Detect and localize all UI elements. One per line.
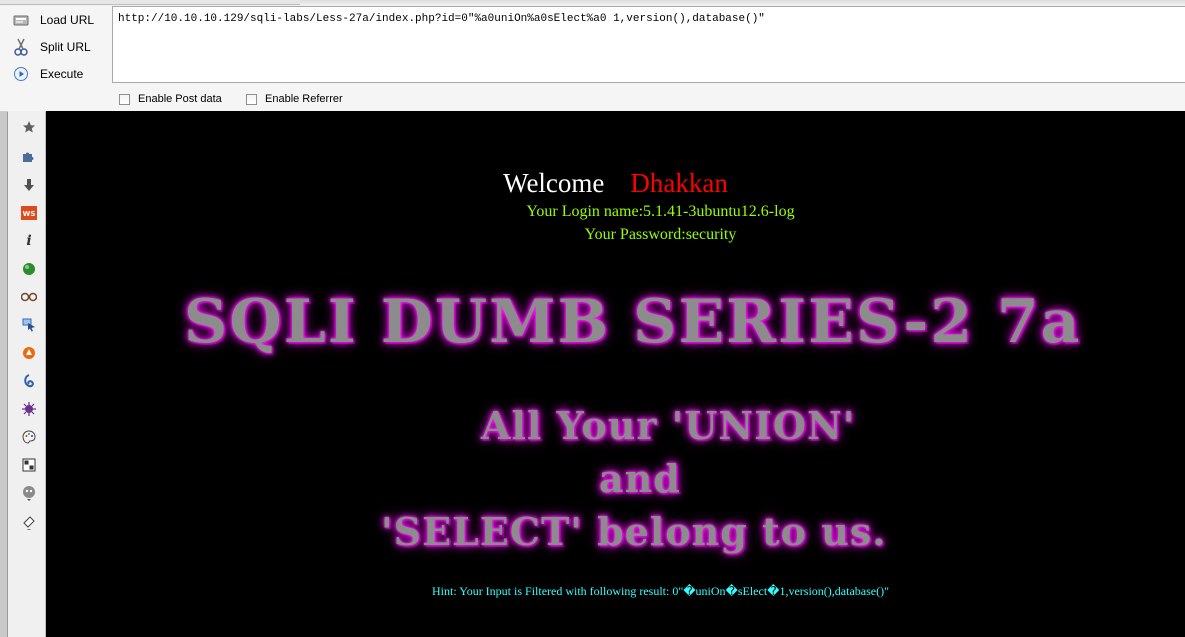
load-url-button[interactable]: Load URL bbox=[12, 9, 94, 31]
welcome-heading: Welcome Dhakkan bbox=[46, 168, 1185, 199]
swirl-icon[interactable] bbox=[20, 372, 38, 390]
scissors-icon bbox=[12, 38, 30, 56]
union-slogan-line-1: All Your 'UNION' bbox=[481, 403, 856, 448]
login-name-text: Your Login name:5.1.41-3ubuntu12.6-log bbox=[526, 203, 795, 220]
union-slogan-line-2: and bbox=[599, 456, 681, 501]
filter-hint-text: Hint: Your Input is Filtered with follow… bbox=[432, 584, 889, 598]
play-icon bbox=[12, 65, 30, 83]
cursor-icon[interactable] bbox=[20, 316, 38, 334]
execute-label: Execute bbox=[40, 67, 84, 81]
green-ball-icon[interactable] bbox=[20, 260, 38, 278]
svg-text:WS: WS bbox=[23, 210, 36, 218]
user-name-text: Dhakkan bbox=[630, 168, 728, 198]
split-url-button[interactable]: Split URL bbox=[12, 36, 91, 58]
ws-icon[interactable]: WS bbox=[20, 204, 38, 222]
star-icon[interactable] bbox=[20, 118, 38, 136]
union-slogan-line-3: 'SELECT' belong to us. bbox=[381, 509, 887, 554]
series-title-image: SQLI DUMB SERIES-2 7a bbox=[184, 287, 1082, 357]
checkbox-box[interactable] bbox=[119, 93, 130, 105]
url-textarea[interactable]: http://10.10.10.129/sqli-labs/Less-27a/i… bbox=[112, 6, 1185, 83]
bug-icon[interactable] bbox=[20, 400, 38, 418]
puzzle-icon[interactable] bbox=[20, 147, 38, 165]
hackbar-toolbar: Load URL Split URL Execute http://10.10.… bbox=[0, 0, 1185, 112]
enable-referrer-checkbox[interactable]: Enable Referrer bbox=[246, 92, 343, 106]
eraser-icon[interactable] bbox=[20, 513, 38, 531]
load-url-icon bbox=[12, 11, 30, 29]
download-icon[interactable] bbox=[20, 176, 38, 194]
glasses-icon[interactable] bbox=[20, 288, 38, 306]
load-url-label: Load URL bbox=[40, 13, 95, 27]
layout-icon[interactable] bbox=[20, 456, 38, 474]
welcome-text: Welcome bbox=[503, 168, 605, 198]
addon-sidebar: WS i bbox=[8, 111, 46, 637]
enable-referrer-label: Enable Referrer bbox=[265, 93, 343, 105]
tab-strip bbox=[0, 0, 300, 5]
execute-button[interactable]: Execute bbox=[12, 63, 83, 85]
web-page-content: Welcome Dhakkan Your Login name:5.1.41-3u… bbox=[46, 111, 1185, 637]
ghost-icon[interactable] bbox=[20, 484, 38, 502]
split-url-label: Split URL bbox=[40, 40, 91, 54]
enable-post-data-checkbox[interactable]: Enable Post data bbox=[119, 92, 222, 106]
info-icon[interactable]: i bbox=[20, 232, 38, 250]
orange-ball-icon[interactable] bbox=[20, 344, 38, 362]
checkbox-box[interactable] bbox=[246, 93, 257, 105]
password-text: Your Password:security bbox=[584, 226, 737, 243]
palette-icon[interactable] bbox=[20, 428, 38, 446]
enable-post-data-label: Enable Post data bbox=[138, 93, 222, 105]
